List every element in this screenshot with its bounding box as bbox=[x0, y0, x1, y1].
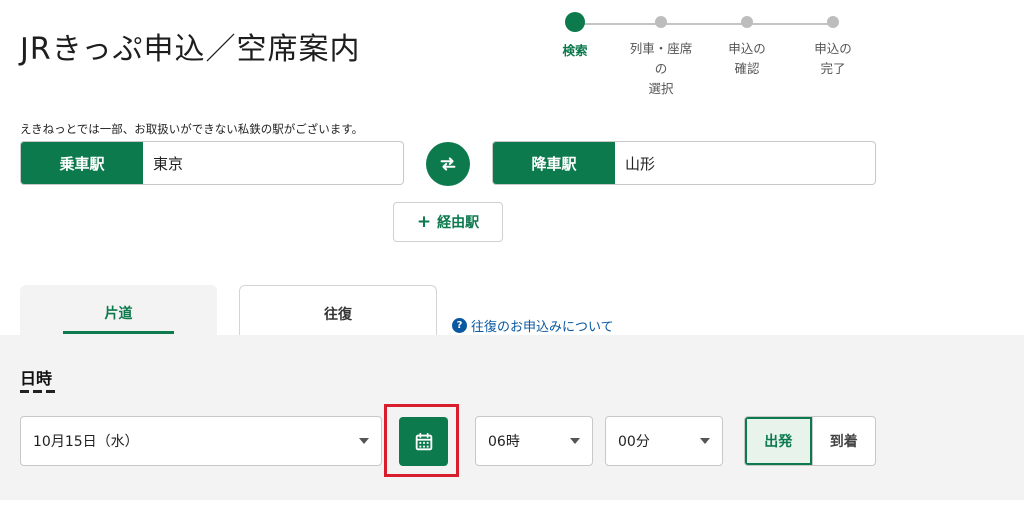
via-station-label: 経由駅 bbox=[437, 215, 480, 231]
active-tab-underline bbox=[63, 331, 174, 334]
step-dot bbox=[565, 12, 585, 32]
question-icon: ? bbox=[452, 318, 467, 333]
datetime-title: 日時 bbox=[20, 369, 53, 388]
round-trip-help-text: 往復のお申込みについて bbox=[471, 320, 614, 335]
minute-value: 00分 bbox=[618, 434, 650, 450]
tab-round-trip[interactable]: 往復 bbox=[239, 285, 437, 337]
swap-stations-button[interactable] bbox=[426, 142, 470, 186]
arrival-toggle-button[interactable]: 到着 bbox=[811, 417, 876, 465]
step-label: 申込の 確認 bbox=[728, 41, 766, 76]
hour-select[interactable]: 06時 bbox=[475, 416, 593, 466]
departure-station-input[interactable] bbox=[143, 142, 403, 184]
datetime-section: 日時 10月15日（水） 06時 00分 出発 到着 bbox=[0, 335, 1024, 500]
add-via-station-button[interactable]: + 経由駅 bbox=[393, 202, 503, 242]
tab-one-way[interactable]: 片道 bbox=[20, 285, 217, 337]
arrival-station-field: 降車駅 bbox=[492, 141, 876, 185]
step-confirm: 申込の 確認 bbox=[712, 10, 782, 79]
hour-value: 06時 bbox=[488, 434, 520, 450]
step-label: 申込の 完了 bbox=[814, 41, 852, 76]
page-title: JRきっぷ申込／空席案内 bbox=[20, 32, 361, 67]
arrival-station-input[interactable] bbox=[615, 142, 875, 184]
departure-station-label: 乗車駅 bbox=[21, 142, 143, 184]
date-value: 10月15日（水） bbox=[33, 434, 139, 450]
plus-icon: + bbox=[416, 211, 432, 232]
step-dot bbox=[655, 16, 667, 28]
calendar-button[interactable] bbox=[399, 417, 448, 466]
step-dot bbox=[827, 16, 839, 28]
step-search: 検索 bbox=[540, 10, 610, 61]
step-select-train: 列車・座席の 選択 bbox=[626, 10, 696, 99]
tab-one-way-label: 片道 bbox=[104, 306, 133, 322]
round-trip-help-link[interactable]: ? 往復のお申込みについて bbox=[452, 316, 614, 335]
station-notice: えきねっとでは一部、お取扱いができない私鉄の駅がございます。 bbox=[20, 122, 364, 136]
calendar-icon bbox=[415, 432, 432, 450]
tab-round-trip-label: 往復 bbox=[324, 307, 352, 323]
swap-arrows-icon bbox=[440, 157, 456, 171]
progress-steps: 検索 列車・座席の 選択 申込の 確認 申込の 完了 bbox=[540, 10, 900, 96]
step-dot bbox=[741, 16, 753, 28]
departure-toggle-button[interactable]: 出発 bbox=[745, 417, 812, 465]
title-underline bbox=[20, 390, 56, 393]
chevron-down-icon bbox=[700, 438, 710, 444]
departure-arrival-toggle: 出発 到着 bbox=[744, 416, 876, 466]
minute-select[interactable]: 00分 bbox=[605, 416, 723, 466]
arrival-station-label: 降車駅 bbox=[493, 142, 615, 184]
step-label: 列車・座席の 選択 bbox=[629, 41, 693, 96]
date-select[interactable]: 10月15日（水） bbox=[20, 416, 382, 466]
step-complete: 申込の 完了 bbox=[798, 10, 868, 79]
chevron-down-icon bbox=[359, 438, 369, 444]
departure-station-field: 乗車駅 bbox=[20, 141, 404, 185]
chevron-down-icon bbox=[570, 438, 580, 444]
step-label: 検索 bbox=[562, 43, 588, 58]
progress-line bbox=[575, 23, 832, 25]
